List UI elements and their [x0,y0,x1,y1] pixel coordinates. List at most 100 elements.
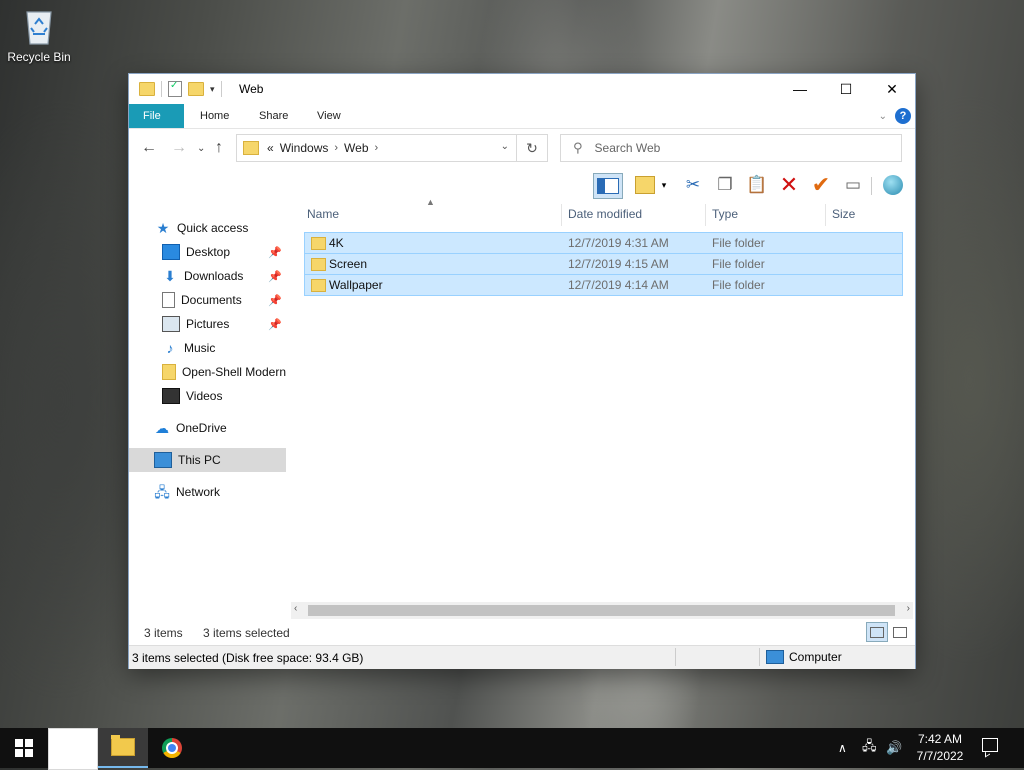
sidebar-item-downloads[interactable]: ⬇ Downloads 📌 [129,264,286,288]
column-divider[interactable] [705,204,706,226]
preview-pane-button[interactable] [593,173,623,199]
copy-icon[interactable]: ❐ [711,173,739,197]
folder-icon [311,236,326,250]
tab-home[interactable]: Home [186,104,243,128]
scrollbar-thumb[interactable] [308,605,895,616]
file-explorer-icon [111,735,135,756]
expand-ribbon-icon[interactable]: ⌄ [879,111,887,122]
breadcrumb-windows[interactable]: Windows [280,141,329,155]
table-row[interactable]: Screen 12/7/2019 4:15 AM File folder [304,253,903,275]
scroll-right-icon[interactable]: › [907,603,910,614]
volume-icon[interactable]: 🔊 [886,728,902,768]
customize-toolbar-dropdown-icon[interactable]: ▾ [210,84,215,95]
refresh-button[interactable]: ↻ [516,135,547,161]
breadcrumb-overflow[interactable]: « [267,141,274,155]
pin-icon[interactable]: 📌 [268,318,282,331]
folder-icon [311,257,326,271]
checkmark-icon[interactable]: ✔ [807,172,835,197]
address-bar[interactable]: « Windows › Web › ⌄ ↻ [236,134,548,162]
sidebar-item-label: OneDrive [176,421,227,435]
properties-icon[interactable] [168,80,182,97]
file-explorer-window: ▾ Web — ☐ ✕ File Home Share View ⌄ ? ← →… [129,74,915,669]
chevron-right-icon[interactable]: › [334,142,338,154]
views-dropdown-icon[interactable]: ▾ [657,173,671,197]
tab-share[interactable]: Share [245,104,302,128]
column-divider[interactable] [561,204,562,226]
back-button[interactable]: ← [141,139,157,157]
search-input[interactable] [592,140,877,156]
toolbar-divider [161,81,162,97]
taskbar-chrome[interactable] [148,728,196,768]
tab-view[interactable]: View [303,104,355,128]
sidebar-item-pictures[interactable]: Pictures 📌 [129,312,286,336]
action-center-icon[interactable] [982,738,998,752]
address-dropdown-icon[interactable]: ⌄ [501,141,509,152]
forward-button[interactable]: → [171,139,187,157]
column-header-size[interactable]: Size [832,204,855,226]
network-status-icon[interactable]: 🖧 [862,728,877,768]
start-button[interactable] [0,728,48,768]
file-name: 4K [329,236,344,250]
clock[interactable]: 7:42 AM 7/7/2022 [912,731,968,765]
help-button[interactable]: ? [895,108,911,124]
up-button[interactable]: ↑ [215,139,223,157]
details-view-button[interactable] [866,622,888,642]
title-bar[interactable]: ▾ Web — ☐ ✕ [129,74,915,104]
paste-icon[interactable]: 📋 [743,173,771,197]
column-header-type[interactable]: Type [712,204,738,226]
sidebar-item-label: This PC [178,453,221,467]
pin-icon[interactable]: 📌 [268,270,282,283]
navigation-bar: ← → ⌄ ↑ « Windows › Web › ⌄ ↻ ⚲ [129,129,915,167]
cut-icon[interactable]: ✂ [679,173,707,197]
minimize-button[interactable]: — [777,74,823,104]
rename-icon[interactable]: ▭ [839,173,867,197]
tab-file[interactable]: File [129,104,184,128]
taskbar-search-button[interactable] [48,728,98,770]
show-hidden-icons-button[interactable]: ∧ [838,728,847,768]
delete-icon[interactable]: ✕ [775,172,803,197]
documents-icon [162,292,175,308]
folder-icon [162,364,176,380]
maximize-button[interactable]: ☐ [823,74,869,104]
sidebar-item-documents[interactable]: Documents 📌 [129,288,286,312]
sidebar-item-quick-access[interactable]: ★ Quick access [129,216,286,240]
views-button[interactable] [631,173,659,197]
computer-icon [766,650,784,664]
scroll-left-icon[interactable]: ‹ [294,603,297,614]
search-box[interactable]: ⚲ [560,134,902,162]
internet-options-button[interactable] [879,173,907,197]
pin-icon[interactable]: 📌 [268,246,282,259]
status-divider [759,648,760,666]
column-divider[interactable] [825,204,826,226]
breadcrumb-web[interactable]: Web [344,141,368,155]
sidebar-item-this-pc[interactable]: This PC [129,448,286,472]
file-name: Wallpaper [329,278,383,292]
sidebar-item-network[interactable]: 🖧 Network [129,480,286,504]
sidebar-item-videos[interactable]: Videos [129,384,286,408]
column-header-name[interactable]: Name [307,204,339,226]
location-zone: Computer [766,650,842,664]
sidebar-item-onedrive[interactable]: ☁ OneDrive [129,416,286,440]
large-icons-view-button[interactable] [889,622,911,642]
file-date: 12/7/2019 4:14 AM [568,278,669,292]
column-header-date-modified[interactable]: Date modified [568,204,642,226]
ribbon-right-controls: ⌄ ? [879,108,911,124]
sidebar-item-label: Downloads [184,269,244,283]
recent-locations-button[interactable]: ⌄ [197,143,205,154]
ribbon-tabs: File Home Share View ⌄ ? [129,104,915,129]
sidebar-item-open-shell-modern[interactable]: Open-Shell Modern [129,360,286,384]
chevron-right-icon[interactable]: › [375,142,379,154]
close-button[interactable]: ✕ [869,74,915,104]
table-row[interactable]: Wallpaper 12/7/2019 4:14 AM File folder [304,274,903,296]
table-row[interactable]: 4K 12/7/2019 4:31 AM File folder [304,232,903,254]
location-label: Computer [789,650,842,664]
recycle-bin-shortcut[interactable]: Recycle Bin [4,6,74,64]
sidebar-item-desktop[interactable]: Desktop 📌 [129,240,286,264]
new-folder-icon[interactable] [188,82,204,96]
pin-icon[interactable]: 📌 [268,294,282,307]
taskbar-file-explorer[interactable] [98,728,148,768]
sidebar-item-music[interactable]: ♪ Music [129,336,286,360]
horizontal-scrollbar[interactable]: ‹ › [291,602,913,619]
file-name: Screen [329,257,368,271]
sidebar-item-label: Quick access [177,221,249,235]
